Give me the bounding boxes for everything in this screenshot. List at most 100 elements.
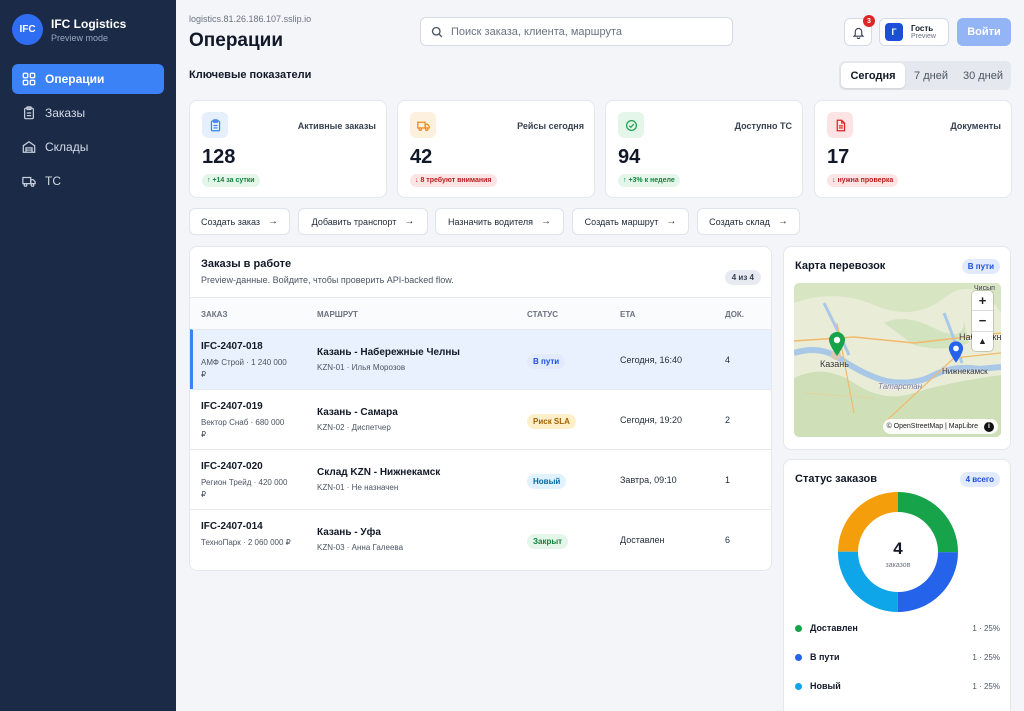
order-eta: Сегодня, 19:20 <box>620 415 683 425</box>
search-box[interactable] <box>420 17 733 46</box>
create-warehouse-button[interactable]: Создать склад → <box>697 208 800 235</box>
button-label: Назначить водителя <box>448 216 533 227</box>
order-eta: Сегодня, 16:40 <box>620 355 683 365</box>
order-id[interactable]: IFC-2407-018 <box>201 341 263 352</box>
destination-map-pin-icon[interactable] <box>948 340 964 364</box>
kpi-card-active-orders[interactable]: Активные заказы 128 ↑ +14 за сутки <box>189 100 387 198</box>
order-docs-count: 2 <box>725 415 731 425</box>
button-label: Создать маршрут <box>584 216 659 227</box>
legend-label: Новый <box>810 681 841 691</box>
period-today-tab[interactable]: Сегодня <box>841 63 905 88</box>
status-total-badge: 4 всего <box>959 472 1000 487</box>
notification-count-badge: 3 <box>863 15 875 27</box>
order-eta: Завтра, 09:10 <box>620 475 677 485</box>
kpi-trend-badge: ↑ +14 за сутки <box>202 174 260 187</box>
main-content: logistics.81.26.186.107.sslip.io Операци… <box>176 0 1024 711</box>
bell-icon <box>852 27 864 39</box>
attribution-text: © OpenStreetMap | MapLibre <box>886 423 978 430</box>
button-label: Создать заказ <box>200 216 260 227</box>
arrow-right-icon: → <box>777 216 788 227</box>
orders-title: Заказы в работе <box>201 258 292 270</box>
legend-value: 1 · 25% <box>972 623 1000 633</box>
create-order-button[interactable]: Создать заказ → <box>189 208 290 235</box>
order-id[interactable]: IFC-2407-020 <box>201 461 263 472</box>
zoom-in-button[interactable]: + <box>972 291 993 312</box>
period-7-days-tab[interactable]: 7 дней <box>905 63 957 88</box>
add-vehicle-button[interactable]: Добавить транспорт → <box>298 208 428 235</box>
kpi-value: 17 <box>827 146 850 168</box>
login-button[interactable]: Войти <box>957 18 1011 46</box>
zoom-out-button[interactable]: − <box>972 311 993 332</box>
info-icon[interactable]: i <box>984 421 994 432</box>
table-row[interactable]: IFC-2407-014 ТехноПарк · 2 060 000 ₽ Казан… <box>190 509 771 569</box>
page-title: Операции <box>189 30 284 51</box>
legend-label: Доставлен <box>810 623 858 633</box>
sidebar-nav: Операции Заказы Склады ТС <box>12 64 164 200</box>
kpi-card-documents[interactable]: Документы 17 ↓ нужна проверка <box>814 100 1012 198</box>
column-header-eta: ETA <box>620 310 636 319</box>
kpi-value: 42 <box>410 146 433 168</box>
table-row[interactable]: IFC-2407-020 Регион Трейд · 420 000 ₽ Скла… <box>190 449 771 509</box>
arrow-right-icon: → <box>540 216 551 227</box>
column-header-status: СТАТУС <box>527 310 558 319</box>
period-30-days-tab[interactable]: 30 дней <box>957 63 1009 88</box>
user-menu[interactable]: Г Гость Preview <box>879 18 949 46</box>
order-id[interactable]: IFC-2407-019 <box>201 401 263 412</box>
brand-name: IFC Logistics <box>51 16 127 31</box>
order-id[interactable]: IFC-2407-014 <box>201 521 263 532</box>
status-badge: В пути <box>527 354 566 369</box>
order-route-details: KZN-01 · Илья Морозов <box>317 363 406 372</box>
column-header-docs: ДОК. <box>725 310 745 319</box>
brand[interactable]: IFC IFC Logistics Preview mode <box>12 14 126 45</box>
sidebar-item-orders[interactable]: Заказы <box>12 98 164 128</box>
grid-icon <box>22 72 36 86</box>
status-badge: Риск SLA <box>527 414 576 429</box>
order-client: АМФ Строй · 1 240 000 ₽ <box>201 358 287 379</box>
sidebar-item-operations[interactable]: Операции <box>12 64 164 94</box>
orders-count-badge: 4 из 4 <box>724 270 761 285</box>
sidebar-item-label: ТС <box>45 174 61 188</box>
legend-value: 1 · 25% <box>972 681 1000 691</box>
sidebar-item-label: Операции <box>45 72 105 86</box>
check-circle-icon <box>618 112 644 138</box>
button-label: Добавить транспорт <box>311 216 397 227</box>
clipboard-icon <box>202 112 228 138</box>
arrow-right-icon: → <box>404 216 415 227</box>
notifications-button[interactable]: 3 <box>844 15 875 46</box>
kpi-value: 128 <box>202 146 236 168</box>
table-row[interactable]: IFC-2407-018 АМФ Строй · 1 240 000 ₽ Казан… <box>190 329 771 389</box>
sidebar-item-warehouses[interactable]: Склады <box>12 132 164 162</box>
avatar: Г <box>885 23 903 41</box>
order-route-details: KZN-03 · Анна Галеева <box>317 543 404 552</box>
legend-swatch <box>795 624 802 632</box>
status-title: Статус заказов <box>795 473 878 485</box>
compass-button[interactable]: ▲ <box>972 332 993 351</box>
table-row[interactable]: IFC-2407-019 Вектор Снаб · 680 000 ₽ Казан… <box>190 389 771 449</box>
legend-swatch <box>795 682 802 690</box>
legend-item: Риск SLA1 · 25% <box>795 705 1000 711</box>
route-map[interactable]: Казань Набережн Нижнекамск Татарстан Чис… <box>794 283 1001 437</box>
period-switcher: Сегодня 7 дней 30 дней <box>839 61 1011 90</box>
order-client: ТехноПарк · 2 060 000 ₽ <box>201 538 291 547</box>
orders-subtitle: Preview-данные. Войдите, чтобы проверить… <box>201 275 454 285</box>
legend-swatch <box>795 653 802 661</box>
origin-map-pin-icon[interactable] <box>828 331 846 357</box>
sidebar-item-label: Заказы <box>45 106 86 120</box>
clipboard-icon <box>24 106 34 120</box>
create-route-button[interactable]: Создать маршрут → <box>572 208 689 235</box>
kpi-card-available-vehicles[interactable]: Доступно ТС 94 ↑ +3% к неделе <box>605 100 803 198</box>
kpi-card-trips-today[interactable]: Рейсы сегодня 42 ↓ 8 требуют внимания <box>397 100 595 198</box>
sidebar-item-vehicles[interactable]: ТС <box>12 166 164 196</box>
order-status-panel: Статус заказов 4 всего 4 заказов Доставл… <box>783 459 1011 711</box>
map-label-region: Татарстан <box>878 382 923 391</box>
truck-icon <box>410 112 436 138</box>
order-route: Казань - Набережные Челны <box>317 347 460 358</box>
status-badge: Новый <box>527 474 567 489</box>
kpi-label: Рейсы сегодня <box>517 121 584 131</box>
column-header-order: ЗАКАЗ <box>201 310 228 319</box>
kpi-trend-badge: ↑ +3% к неделе <box>618 174 680 187</box>
assign-driver-button[interactable]: Назначить водителя → <box>435 208 564 235</box>
search-input[interactable] <box>451 25 732 38</box>
map-status-badge: В пути <box>961 259 1000 274</box>
warehouse-icon <box>22 141 36 153</box>
